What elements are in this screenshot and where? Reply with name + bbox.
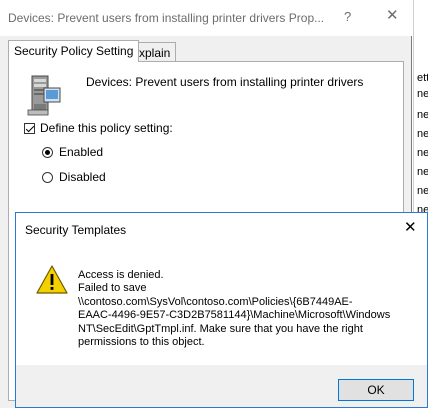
- error-message-line: Access is denied.: [78, 269, 164, 281]
- security-templates-error-dialog: Security Templates ✕ Access is denied. F…: [15, 212, 428, 408]
- server-computer-icon: [26, 74, 62, 121]
- define-policy-label: Define this policy setting:: [40, 121, 173, 135]
- radio-enabled[interactable]: Enabled: [42, 145, 103, 159]
- close-icon[interactable]: ✕: [386, 6, 399, 24]
- background-list-item: ne: [417, 185, 428, 197]
- error-message-line: Failed to save: [78, 282, 147, 295]
- checkbox-checked-icon[interactable]: [24, 122, 35, 134]
- background-list-item: ne: [417, 88, 428, 100]
- error-message-line: \\contoso.com\SysVol\contoso.com\Policie…: [78, 295, 353, 308]
- background-list-item: ne: [417, 147, 428, 159]
- error-message-line: EAAC-4496-9E57-C3D2B7581144}\Machine\Mic…: [78, 309, 391, 322]
- radio-selected-icon[interactable]: [42, 146, 53, 158]
- error-dialog-title: Security Templates: [25, 223, 127, 237]
- radio-disabled[interactable]: Disabled: [42, 170, 106, 184]
- ok-button[interactable]: OK: [338, 379, 414, 401]
- background-list-item: ne: [417, 109, 428, 121]
- error-message: Access is denied. Failed to save \\conto…: [78, 269, 391, 349]
- close-icon[interactable]: ✕: [404, 218, 417, 236]
- background-list-item: ne: [417, 128, 428, 140]
- tab-security-policy-setting[interactable]: Security Policy Setting: [8, 40, 140, 62]
- radio-enabled-label: Enabled: [59, 145, 104, 159]
- error-message-line: permissions to this object.: [78, 336, 205, 349]
- background-list-item: ne: [417, 166, 428, 178]
- define-policy-checkbox[interactable]: Define this policy setting:: [24, 121, 173, 135]
- error-dialog-footer: OK: [16, 365, 427, 407]
- warning-icon: [36, 265, 68, 298]
- properties-title: Devices: Prevent users from installing p…: [8, 11, 325, 25]
- error-message-line: NT\SecEdit\GptTmpl.inf. Make sure that y…: [78, 322, 363, 335]
- radio-disabled-label: Disabled: [59, 170, 106, 184]
- background-list-item: ett: [417, 72, 428, 84]
- properties-titlebar[interactable]: Devices: Prevent users from installing p…: [0, 0, 412, 36]
- radio-unselected-icon[interactable]: [42, 171, 53, 183]
- policy-name: Devices: Prevent users from installing p…: [86, 75, 364, 89]
- help-button[interactable]: ?: [344, 9, 351, 24]
